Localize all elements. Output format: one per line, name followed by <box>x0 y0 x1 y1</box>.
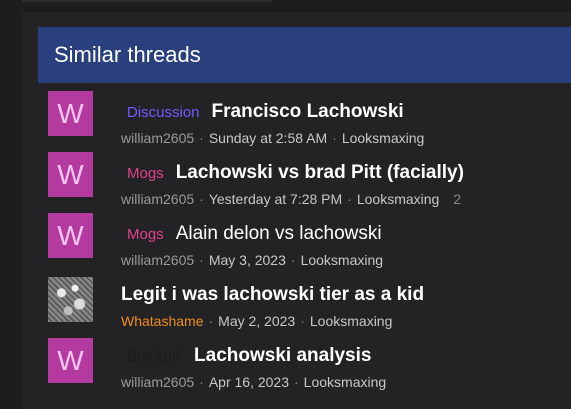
avatar-letter: W <box>57 97 84 129</box>
thread-date[interactable]: Apr 16, 2023 <box>209 374 289 390</box>
thread-row: Legit i was lachowski tier as a kid What… <box>38 273 571 334</box>
thread-forum[interactable]: Looksmaxing <box>304 374 387 390</box>
thread-title[interactable]: Lachowski vs brad Pitt (facially) <box>176 162 464 184</box>
thread-forum[interactable]: Looksmaxing <box>310 313 393 329</box>
separator: · <box>199 252 204 268</box>
separator: · <box>347 191 352 207</box>
thread-title[interactable]: Francisco Lachowski <box>212 101 404 123</box>
thread-title[interactable]: Legit i was lachowski tier as a kid <box>121 284 424 306</box>
thread-forum[interactable]: Looksmaxing <box>301 252 384 268</box>
reply-count: 2 <box>453 191 462 207</box>
thread-forum[interactable]: Looksmaxing <box>357 191 440 207</box>
avatar[interactable]: W <box>48 152 93 197</box>
avatar[interactable]: W <box>48 91 93 136</box>
avatar[interactable]: W <box>48 213 93 258</box>
avatar-letter: W <box>57 158 84 190</box>
avatar-letter: W <box>57 344 84 376</box>
avatar-letter: W <box>57 219 84 251</box>
separator: · <box>199 374 204 390</box>
avatar-photo[interactable] <box>48 277 93 322</box>
thread-row: W Discussion Francisco Lachowski william… <box>38 90 571 151</box>
separator: · <box>332 130 337 146</box>
similar-threads-header: Similar threads <box>38 27 571 83</box>
separator: · <box>294 374 299 390</box>
avatar[interactable]: W <box>48 338 93 383</box>
thread-row: W Blackpill Lachowski analysis william26… <box>38 334 571 395</box>
thread-author[interactable]: william2605 <box>121 130 194 146</box>
thread-prefix-label[interactable]: Mogs <box>121 165 164 182</box>
thread-author[interactable]: william2605 <box>121 252 194 268</box>
separator: · <box>208 313 214 329</box>
thread-author[interactable]: Whatashame <box>121 313 203 329</box>
thread-date[interactable]: Yesterday at 7:28 PM <box>209 191 342 207</box>
thread-date[interactable]: May 2, 2023 <box>218 313 295 329</box>
thread-prefix-label[interactable]: Discussion <box>121 104 200 121</box>
thread-forum[interactable]: Looksmaxing <box>342 130 425 146</box>
separator: · <box>199 130 204 146</box>
separator: · <box>199 191 204 207</box>
separator: · <box>300 313 305 329</box>
thread-prefix-label[interactable]: Mogs <box>121 226 164 243</box>
separator: · <box>290 252 296 268</box>
thread-date[interactable]: May 3, 2023 <box>209 252 286 268</box>
thread-author[interactable]: william2605 <box>121 374 194 390</box>
thread-row: W Mogs Alain delon vs lachowski william2… <box>38 212 571 273</box>
block-title: Similar threads <box>54 42 201 67</box>
thread-title[interactable]: Alain delon vs lachowski <box>176 223 382 245</box>
thread-title[interactable]: Lachowski analysis <box>194 345 371 367</box>
thread-row: W Mogs Lachowski vs brad Pitt (facially)… <box>38 151 571 212</box>
thread-prefix-label[interactable]: Blackpill <box>121 348 182 365</box>
thread-date[interactable]: Sunday at 2:58 AM <box>209 130 327 146</box>
thread-author[interactable]: william2605 <box>121 191 194 207</box>
top-divider <box>22 0 272 2</box>
